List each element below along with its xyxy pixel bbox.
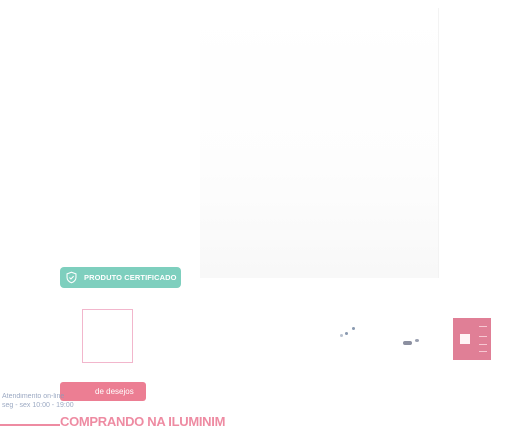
online-support-title: Atendimento on-line [2, 393, 65, 400]
shield-check-icon [66, 271, 77, 284]
certified-product-badge: PRODUTO CERTIFICADO [60, 267, 181, 288]
product-thumbnail-4[interactable] [453, 318, 491, 360]
online-support-status[interactable]: Atendimento on-line seg - sex 10:00 - 19… [2, 392, 94, 410]
product-thumbnail-2[interactable] [336, 320, 366, 350]
wishlist-button-label: de desejos [95, 387, 134, 396]
product-main-image [200, 8, 439, 278]
product-thumbnail-1[interactable] [82, 309, 133, 363]
certified-badge-label: PRODUTO CERTIFICADO [84, 273, 177, 282]
heading-underline [0, 424, 60, 426]
online-support-hours: seg - sex 10:00 - 19:00 [2, 402, 74, 409]
product-thumbnail-3[interactable] [400, 330, 426, 350]
